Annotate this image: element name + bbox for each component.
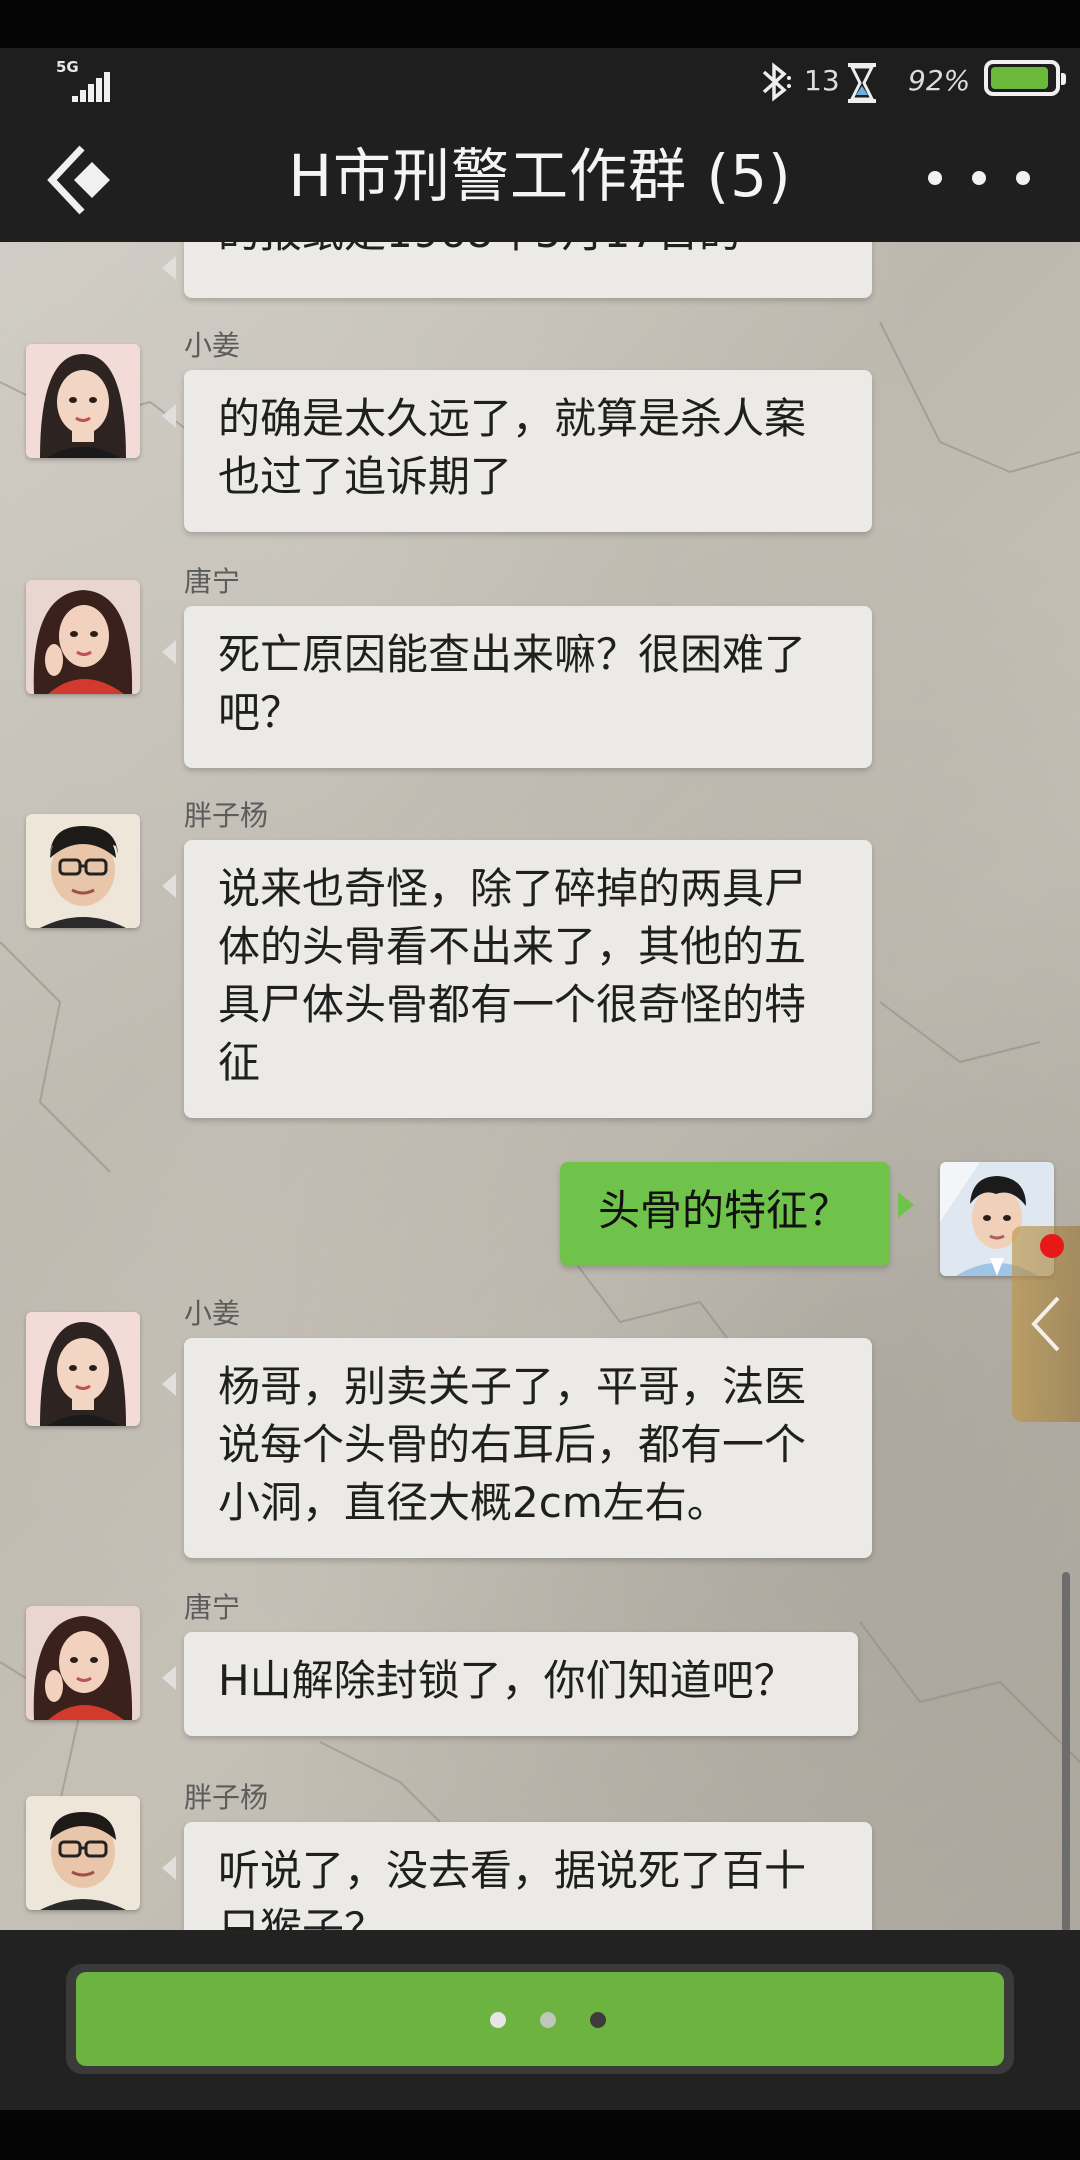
avatar-image bbox=[26, 814, 140, 928]
avatar-image bbox=[26, 344, 140, 458]
avatar-xiaojiang[interactable] bbox=[26, 1312, 140, 1426]
avatar-pangziyang[interactable] bbox=[26, 1796, 140, 1910]
message-text: 死亡原因能查出来嘛？很困难了 bbox=[218, 630, 807, 679]
page-dot bbox=[490, 2012, 506, 2028]
status-bar: 5G 13 92% bbox=[0, 48, 1080, 114]
battery-percent: 92% bbox=[908, 64, 971, 97]
message-text: 说每个头骨的右耳后，都有一个 bbox=[218, 1420, 807, 1469]
sender-name: 唐宁 bbox=[184, 565, 241, 598]
page-dot-active bbox=[590, 2012, 606, 2028]
chat-title: H市刑警工作群 (5) bbox=[288, 142, 792, 210]
message-text: 征 bbox=[218, 1038, 261, 1087]
message-text: 体的头骨看不出来了，其他的五 bbox=[218, 922, 807, 971]
notification-count: 13 bbox=[804, 64, 840, 97]
message-text: H山解除封锁了，你们知道吧？ bbox=[218, 1656, 796, 1705]
signal-icon: 5G bbox=[56, 58, 116, 102]
avatar-image bbox=[26, 1606, 140, 1720]
message-text: 具尸体头骨都有一个很奇怪的特 bbox=[218, 980, 807, 1029]
hourglass-icon bbox=[848, 63, 876, 103]
avatar-image bbox=[26, 1796, 140, 1910]
sender-name: 小姜 bbox=[184, 329, 241, 362]
avatar-image bbox=[26, 1312, 140, 1426]
page-dot bbox=[540, 2012, 556, 2028]
message-bubble-outgoing[interactable]: 头骨的特征？ bbox=[560, 1162, 914, 1266]
more-button[interactable] bbox=[920, 158, 1040, 198]
message-text: 只猴子？ bbox=[218, 1904, 387, 1930]
message-bubble[interactable]: 的确是太久远了，就算是杀人案 也过了追诉期了 bbox=[162, 370, 872, 532]
avatar-tangning[interactable] bbox=[26, 1606, 140, 1720]
bluetooth-icon bbox=[762, 62, 791, 102]
message-bubble[interactable]: 杨哥，别卖关子了，平哥，法医 说每个头骨的右耳后，都有一个 小洞，直径大概2cm… bbox=[162, 1338, 872, 1558]
scrollbar[interactable] bbox=[1062, 1572, 1070, 1930]
message-text: 头骨的特征？ bbox=[598, 1186, 851, 1235]
bottom-bar bbox=[0, 1930, 1080, 2110]
sender-name: 小姜 bbox=[184, 1297, 241, 1330]
sender-name: 唐宁 bbox=[184, 1591, 241, 1624]
message-text: 说来也奇怪，除了碎掉的两具尸 bbox=[218, 864, 807, 913]
sender-name: 胖子杨 bbox=[184, 799, 269, 832]
avatar-xiaojiang[interactable] bbox=[26, 344, 140, 458]
battery-icon bbox=[984, 60, 1066, 96]
avatar-image bbox=[26, 580, 140, 694]
chat-area[interactable]: 的报纸是1968年5月17日的 小姜 的确是太久远了，就算是杀人案 也过了追诉期… bbox=[0, 242, 1080, 1930]
message-bubble[interactable]: 死亡原因能查出来嘛？很困难了 吧？ bbox=[162, 606, 872, 768]
avatar-pangziyang[interactable] bbox=[26, 814, 140, 928]
message-bubble[interactable]: 听说了，没去看，据说死了百十 只猴子？ bbox=[162, 1822, 872, 1930]
message-text: 的确是太久远了，就算是杀人案 bbox=[218, 394, 807, 443]
message-text: 的报纸是1968年5月17日的 bbox=[218, 242, 838, 262]
more-dots-icon bbox=[928, 171, 942, 185]
back-arrow-icon bbox=[47, 145, 110, 215]
status-right: 13 92% bbox=[756, 56, 1066, 106]
avatar-tangning[interactable] bbox=[26, 580, 140, 694]
back-button[interactable] bbox=[42, 140, 122, 220]
signal-bars bbox=[72, 72, 116, 102]
message-text: 听说了，没去看，据说死了百十 bbox=[218, 1846, 807, 1895]
message-text: 杨哥，别卖关子了，平哥，法医 bbox=[218, 1362, 807, 1411]
action-frame bbox=[66, 1964, 1014, 2074]
continue-button[interactable] bbox=[76, 1972, 1004, 2066]
nav-bar: H市刑警工作群 (5) bbox=[0, 114, 1080, 244]
notification-badge bbox=[1040, 1234, 1064, 1258]
message-text: 也过了追诉期了 bbox=[218, 452, 513, 501]
sender-name: 胖子杨 bbox=[184, 1781, 269, 1814]
message-text: 吧？ bbox=[218, 688, 303, 737]
message-bubble[interactable]: 说来也奇怪，除了碎掉的两具尸 体的头骨看不出来了，其他的五 具尸体头骨都有一个很… bbox=[162, 840, 872, 1118]
message-bubble[interactable]: H山解除封锁了，你们知道吧？ bbox=[162, 1632, 858, 1736]
message-bubble[interactable]: 的报纸是1968年5月17日的 bbox=[162, 242, 872, 298]
message-text: 小洞，直径大概2cm左右。 bbox=[218, 1478, 729, 1527]
